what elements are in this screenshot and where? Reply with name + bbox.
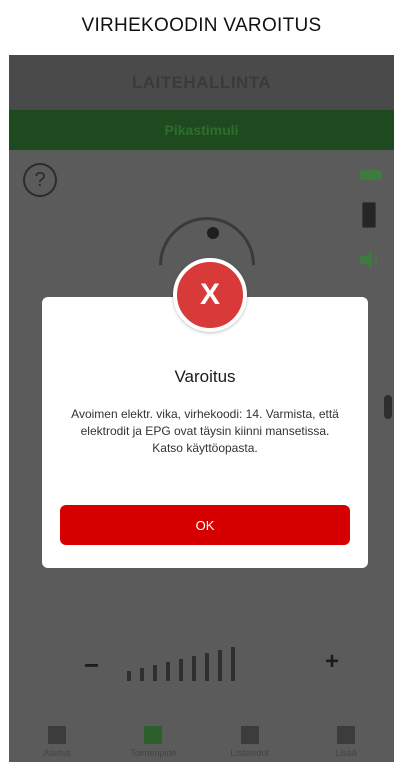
nav-item-lisatiedot[interactable]: Lisätiedot — [210, 726, 290, 758]
dialog-title: Varoitus — [174, 367, 236, 386]
error-icon: X — [173, 258, 247, 332]
nav-item-lisaa[interactable]: Lisää — [306, 726, 386, 758]
level-bar — [153, 665, 157, 681]
dialog-message: Avoimen elektr. vika, virhekoodi: 14. Va… — [71, 407, 339, 455]
list-icon — [144, 726, 163, 744]
nav-label: Asetus — [43, 748, 71, 758]
speaker-icon — [360, 251, 378, 269]
more-icon — [336, 726, 355, 744]
level-bar — [192, 656, 196, 681]
level-bars — [127, 647, 235, 681]
nav-item-asetus[interactable]: Asetus — [17, 726, 97, 758]
app-header: LAITEHALLINTA — [9, 55, 394, 110]
level-bar — [140, 668, 144, 681]
phone-screen: LAITEHALLINTA Pikastimuli ? − + Asetus T… — [9, 55, 394, 762]
level-bar — [231, 647, 235, 681]
decrease-button[interactable]: − — [84, 650, 99, 681]
bottom-nav: Asetus Toimenpide Lisätiedot Lisää — [9, 706, 394, 762]
battery-icon — [360, 170, 382, 180]
device-icon — [48, 726, 67, 744]
nav-label: Lisää — [335, 748, 357, 758]
chart-icon — [240, 726, 259, 744]
nav-label: Toimenpide — [130, 748, 177, 758]
nav-label: Lisätiedot — [230, 748, 269, 758]
device-dot — [207, 227, 219, 239]
level-control: − + — [79, 645, 339, 685]
level-bar — [218, 650, 222, 681]
side-handle — [384, 395, 392, 419]
phone-icon — [362, 202, 376, 228]
level-bar — [127, 671, 131, 681]
ok-button[interactable]: OK — [60, 505, 350, 545]
page-caption: VIRHEKOODIN VAROITUS — [81, 15, 322, 36]
nav-item-toimenpide[interactable]: Toimenpide — [113, 726, 193, 758]
level-bar — [205, 653, 209, 681]
level-bar — [179, 659, 183, 681]
increase-button[interactable]: + — [325, 648, 339, 676]
tab-pikastimuli[interactable]: Pikastimuli — [9, 110, 394, 150]
help-button[interactable]: ? — [23, 163, 57, 197]
warning-dialog: Varoitus Avoimen elektr. vika, virhekood… — [42, 297, 368, 568]
level-bar — [166, 662, 170, 681]
